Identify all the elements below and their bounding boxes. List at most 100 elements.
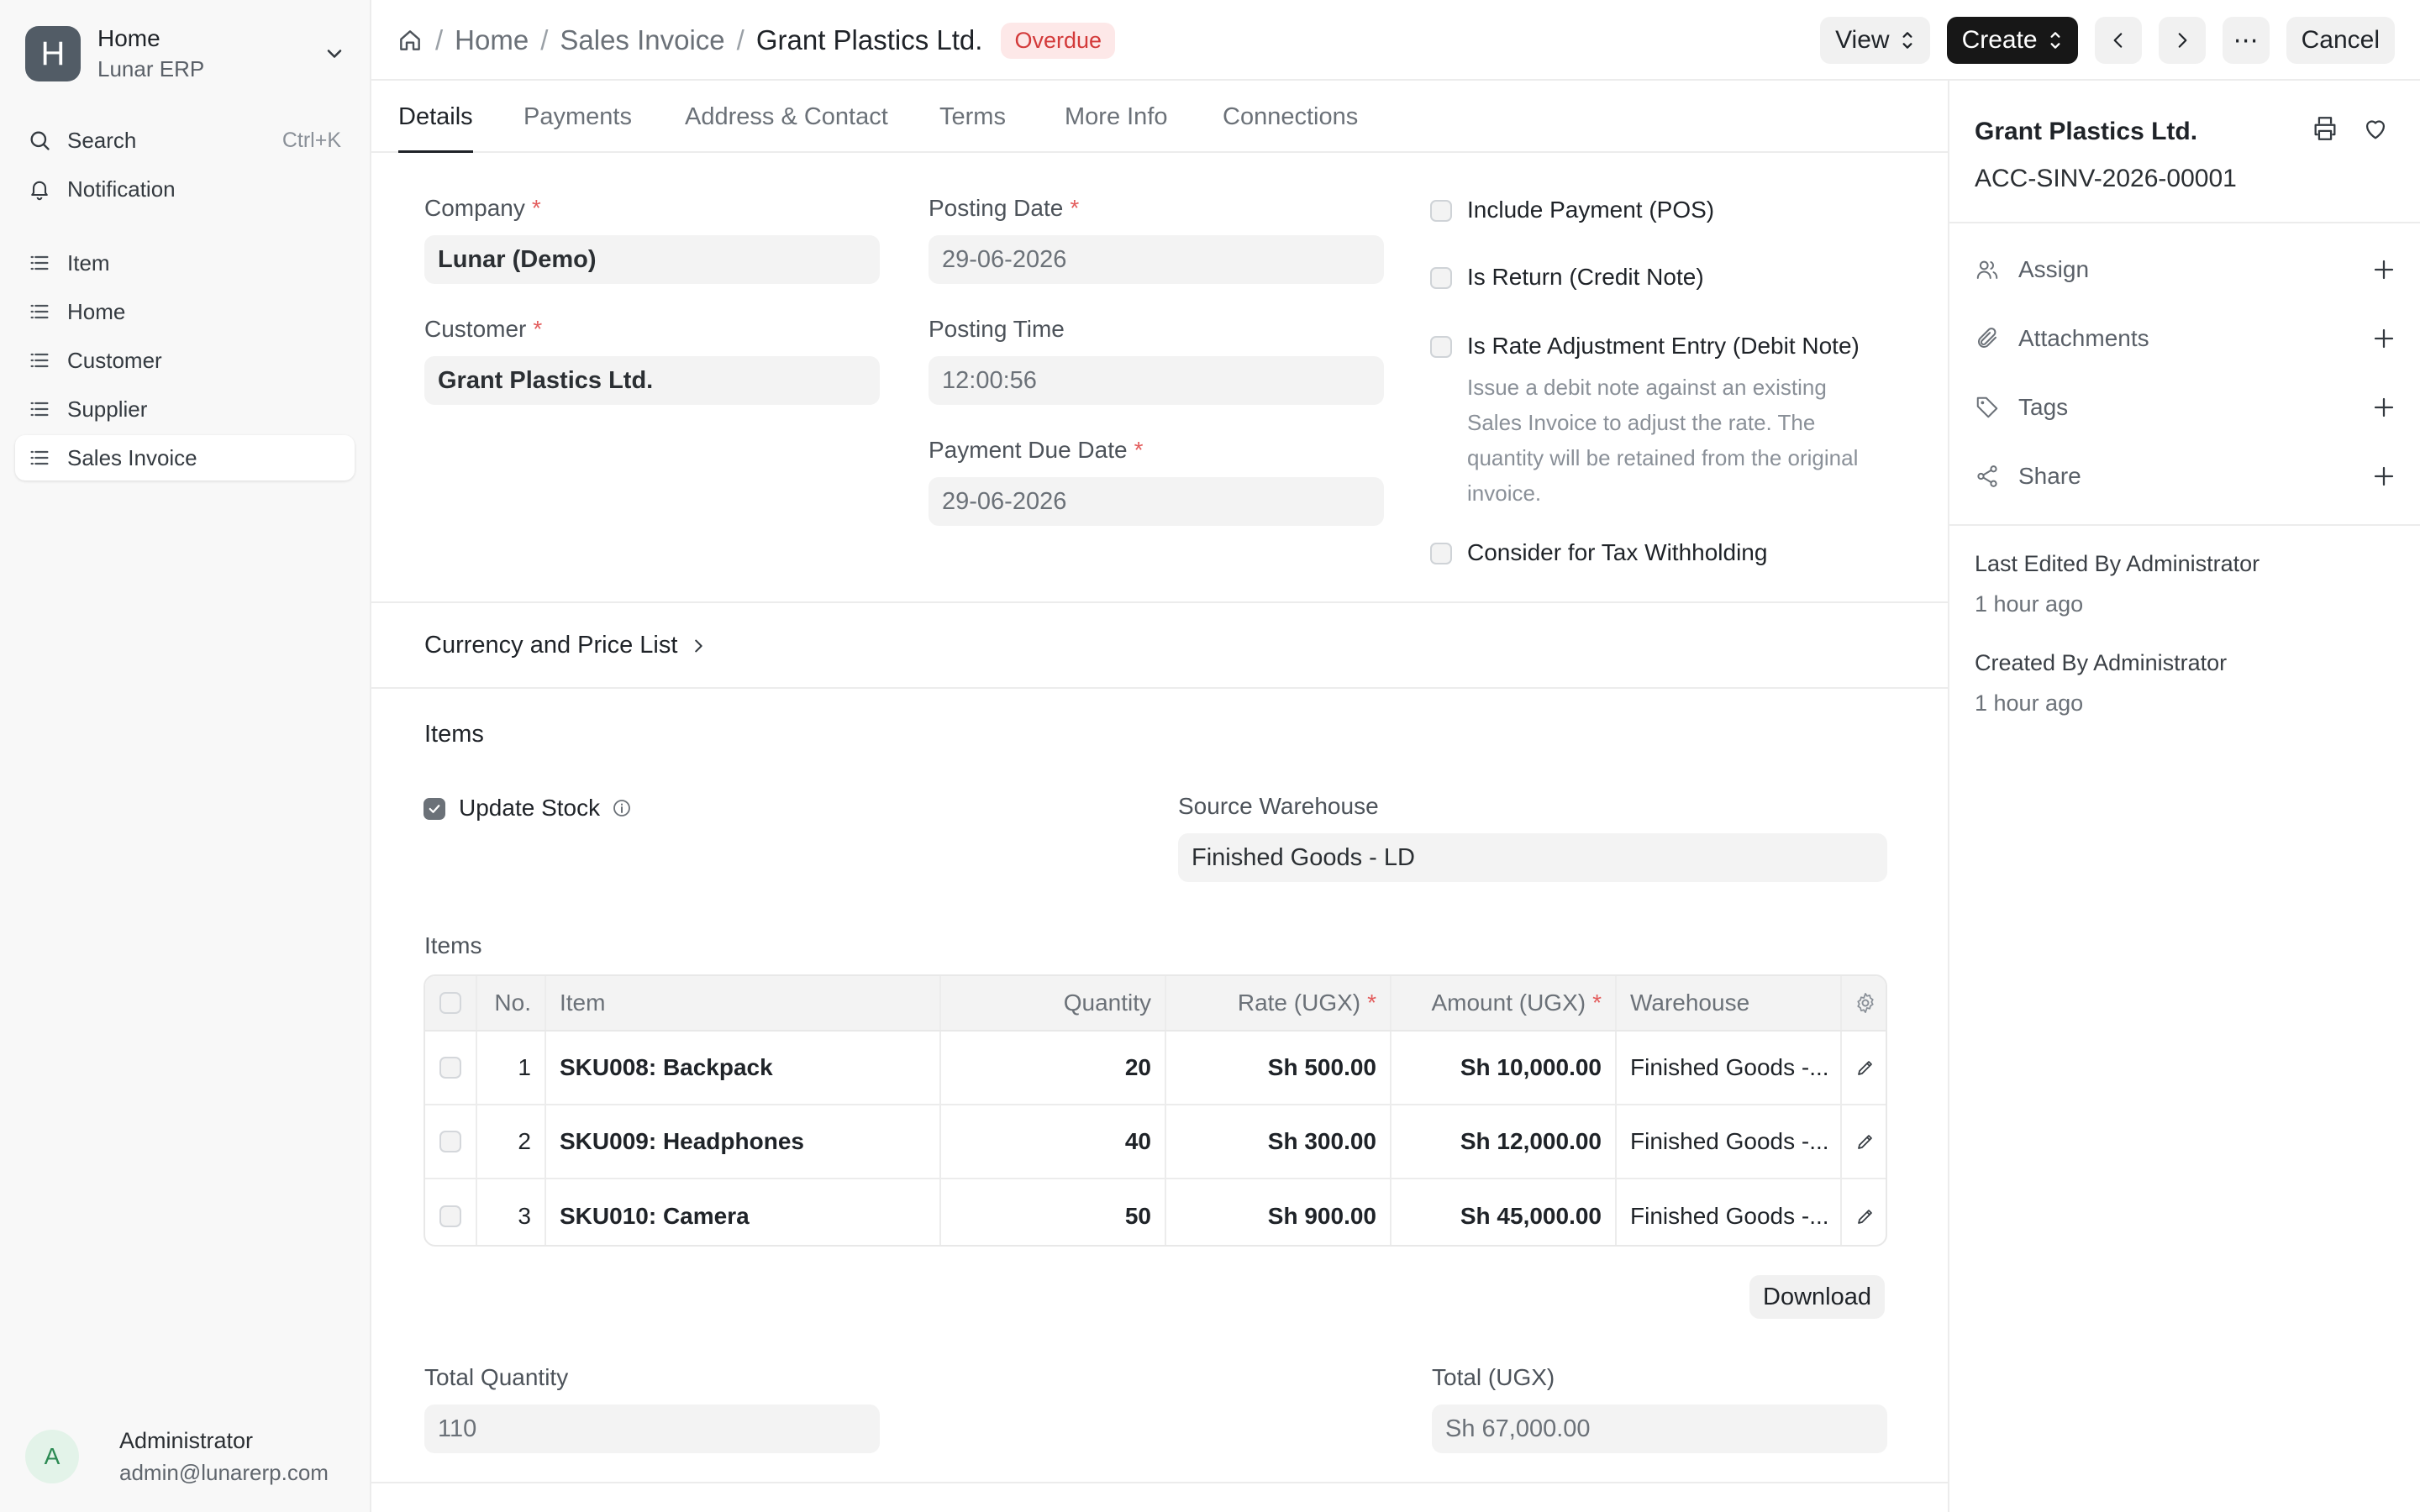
share-row[interactable]: Share xyxy=(1975,455,2396,497)
tab-payments[interactable]: Payments xyxy=(523,81,632,153)
posting-date-label: Posting Date * xyxy=(929,195,1080,221)
attachments-row[interactable]: Attachments xyxy=(1975,318,2396,360)
list-icon xyxy=(25,249,54,277)
row-amount: Sh 12,000.00 xyxy=(1392,1105,1617,1178)
updown-icon xyxy=(1900,29,1915,51)
heart-icon[interactable] xyxy=(2361,114,2390,143)
include-payment-checkbox[interactable] xyxy=(1430,200,1452,222)
sidebar-item-sales-invoice[interactable]: Sales Invoice xyxy=(15,435,355,480)
home-icon[interactable] xyxy=(397,27,424,54)
bell-icon xyxy=(25,175,54,203)
list-icon xyxy=(25,346,54,375)
assign-row[interactable]: Assign xyxy=(1975,249,2396,291)
is-return-checkbox[interactable] xyxy=(1430,267,1452,289)
info-icon[interactable] xyxy=(612,798,632,818)
workspace-logo: H xyxy=(25,26,81,81)
row-edit-button[interactable] xyxy=(1842,1105,1886,1178)
currency-section-toggle[interactable]: Currency and Price List xyxy=(424,632,708,659)
tab-details[interactable]: Details xyxy=(398,81,473,153)
table-row[interactable]: 3 SKU010: Camera 50 Sh 900.00 Sh 45,000.… xyxy=(425,1179,1886,1245)
row-quantity[interactable]: 50 xyxy=(941,1179,1166,1245)
pencil-icon xyxy=(1855,1206,1876,1226)
divider xyxy=(1949,524,2420,526)
sidebar-item-customer[interactable]: Customer xyxy=(15,338,355,383)
is-return-label: Is Return (Credit Note) xyxy=(1467,264,1704,290)
rate-adjustment-description: Issue a debit note against an existing S… xyxy=(1467,375,1859,506)
created-by: Created By Administrator xyxy=(1975,650,2228,675)
row-checkbox[interactable] xyxy=(439,1057,461,1079)
user-menu[interactable]: A Administrator admin@lunarerp.com xyxy=(25,1425,329,1488)
include-payment-label: Include Payment (POS) xyxy=(1467,197,1715,223)
view-button[interactable]: View xyxy=(1820,17,1930,64)
sidebar-search[interactable]: Search Ctrl+K xyxy=(15,118,355,163)
row-item[interactable]: SKU008: Backpack xyxy=(546,1032,941,1104)
row-item[interactable]: SKU010: Camera xyxy=(546,1179,941,1245)
breadcrumb-doctype[interactable]: Sales Invoice xyxy=(560,24,724,56)
table-row[interactable]: 2 SKU009: Headphones 40 Sh 300.00 Sh 12,… xyxy=(425,1105,1886,1179)
source-warehouse-field[interactable]: Finished Goods - LD xyxy=(1178,833,1887,882)
chevron-left-icon xyxy=(2107,29,2129,51)
row-rate[interactable]: Sh 900.00 xyxy=(1166,1179,1392,1245)
created-time: 1 hour ago xyxy=(1975,690,2084,716)
row-checkbox[interactable] xyxy=(439,1205,461,1227)
sidebar-item-label: Supplier xyxy=(67,396,148,422)
sidebar-item-item[interactable]: Item xyxy=(15,240,355,286)
row-checkbox[interactable] xyxy=(439,1131,461,1152)
tab-more-info[interactable]: More Info xyxy=(1065,81,1168,153)
form-tabs: Details Payments Address & Contact Terms… xyxy=(371,81,1948,153)
sidebar-item-home[interactable]: Home xyxy=(15,289,355,334)
plus-icon[interactable] xyxy=(2371,257,2396,282)
list-icon xyxy=(25,444,54,472)
tags-row[interactable]: Tags xyxy=(1975,386,2396,428)
sidebar-item-label: Item xyxy=(67,249,110,276)
row-rate[interactable]: Sh 500.00 xyxy=(1166,1032,1392,1104)
row-edit-button[interactable] xyxy=(1842,1179,1886,1245)
row-quantity[interactable]: 40 xyxy=(941,1105,1166,1178)
tab-terms[interactable]: Terms xyxy=(939,81,1006,153)
row-rate[interactable]: Sh 300.00 xyxy=(1166,1105,1392,1178)
pencil-icon xyxy=(1855,1058,1876,1078)
next-doc-button[interactable] xyxy=(2158,17,2206,64)
column-settings[interactable] xyxy=(1842,976,1886,1030)
user-email: admin@lunarerp.com xyxy=(119,1460,329,1485)
more-actions-button[interactable]: ⋯ xyxy=(2222,17,2270,64)
update-stock-label-row: Update Stock xyxy=(459,795,632,822)
row-number: 2 xyxy=(477,1105,546,1178)
rate-adjustment-checkbox[interactable] xyxy=(1430,336,1452,358)
download-button[interactable]: Download xyxy=(1749,1275,1885,1319)
update-stock-checkbox[interactable] xyxy=(424,798,445,820)
chevron-right-icon xyxy=(2171,29,2193,51)
breadcrumb-separator: / xyxy=(435,24,444,55)
posting-time-field[interactable]: 12:00:56 xyxy=(929,356,1384,405)
tab-address-contact[interactable]: Address & Contact xyxy=(685,81,888,153)
sidebar-notification[interactable]: Notification xyxy=(15,166,355,212)
row-warehouse[interactable]: Finished Goods -... xyxy=(1617,1105,1842,1178)
customer-label: Customer * xyxy=(424,316,543,342)
printer-icon[interactable] xyxy=(2311,114,2339,143)
due-date-field[interactable]: 29-06-2026 xyxy=(929,477,1384,526)
customer-field[interactable]: Grant Plastics Ltd. xyxy=(424,356,880,405)
row-edit-button[interactable] xyxy=(1842,1032,1886,1104)
sidebar-item-supplier[interactable]: Supplier xyxy=(15,386,355,432)
plus-icon[interactable] xyxy=(2371,326,2396,351)
cancel-button-label: Cancel xyxy=(2301,26,2380,54)
tab-connections[interactable]: Connections xyxy=(1223,81,1358,153)
sidebar-item-label: Sales Invoice xyxy=(67,444,197,470)
breadcrumb-home[interactable]: Home xyxy=(455,24,529,56)
row-item[interactable]: SKU009: Headphones xyxy=(546,1105,941,1178)
posting-date-field[interactable]: 29-06-2026 xyxy=(929,235,1384,284)
select-all-checkbox[interactable] xyxy=(439,992,461,1014)
plus-icon[interactable] xyxy=(2371,464,2396,489)
create-button[interactable]: Create xyxy=(1946,17,2078,64)
row-quantity[interactable]: 20 xyxy=(941,1032,1166,1104)
previous-doc-button[interactable] xyxy=(2094,17,2142,64)
plus-icon[interactable] xyxy=(2371,395,2396,420)
row-warehouse[interactable]: Finished Goods -... xyxy=(1617,1179,1842,1245)
tax-withholding-checkbox[interactable] xyxy=(1430,543,1452,564)
table-row[interactable]: 1 SKU008: Backpack 20 Sh 500.00 Sh 10,00… xyxy=(425,1032,1886,1105)
row-warehouse[interactable]: Finished Goods -... xyxy=(1617,1032,1842,1104)
workspace-switcher[interactable]: H Home Lunar ERP xyxy=(25,25,346,82)
avatar: A xyxy=(25,1430,79,1483)
company-field[interactable]: Lunar (Demo) xyxy=(424,235,880,284)
cancel-button[interactable]: Cancel xyxy=(2286,17,2395,64)
